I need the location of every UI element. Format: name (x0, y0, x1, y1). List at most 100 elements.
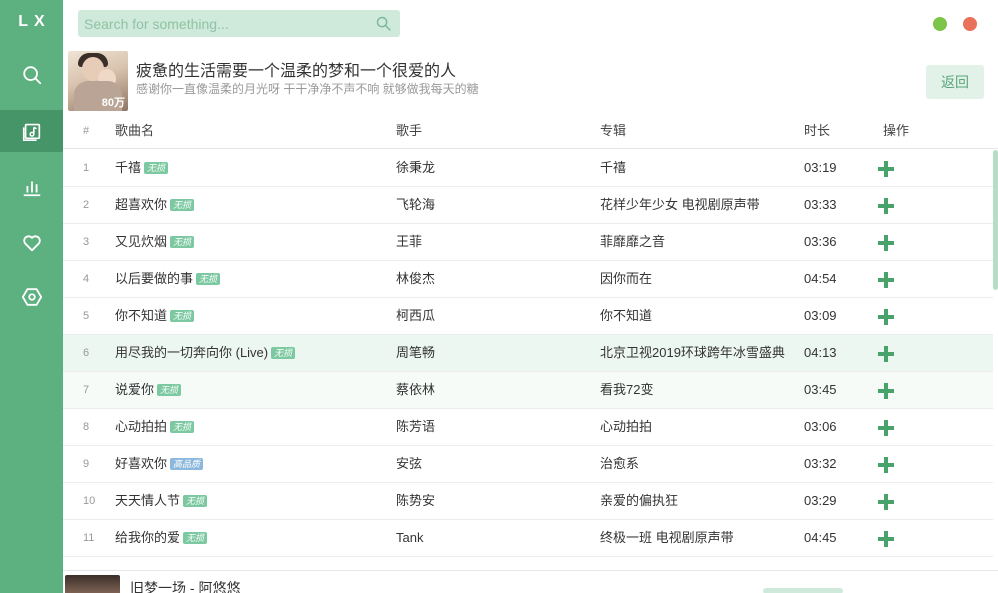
sidebar-item-leaderboard[interactable] (0, 166, 63, 208)
quality-badge: 无损 (183, 495, 208, 507)
duration: 03:32 (804, 456, 837, 471)
back-button[interactable]: 返回 (926, 65, 984, 99)
playlist-description: 感谢你一直像温柔的月光呀 干干净净不声不响 就够做我每天的糖 (136, 82, 479, 96)
add-icon[interactable] (877, 456, 895, 474)
add-icon[interactable] (877, 271, 895, 289)
album-name[interactable]: 北京卫视2019环球跨年冰雪盛典 (600, 335, 785, 371)
duration: 04:13 (804, 345, 837, 360)
header-num: # (83, 125, 90, 137)
add-icon[interactable] (877, 530, 895, 548)
table-row[interactable]: 6 用尽我的一切奔向你 (Live) 无损 周笔畅 北京卫视2019环球跨年冰雪盛… (63, 335, 993, 372)
song-name: 天天情人节 无损 (115, 483, 208, 519)
quality-badge: 无损 (170, 421, 195, 433)
duration: 04:54 (804, 271, 837, 286)
singer-name[interactable]: 安弦 (396, 446, 422, 482)
search-box[interactable]: Search for something... (78, 10, 400, 37)
add-icon[interactable] (877, 234, 895, 252)
add-icon[interactable] (877, 308, 895, 326)
album-name[interactable]: 终极一班 电视剧原声带 (600, 520, 734, 556)
heart-icon (22, 235, 41, 252)
add-icon[interactable] (877, 345, 895, 363)
add-icon[interactable] (877, 382, 895, 400)
play-count: 80万 (101, 97, 125, 109)
sidebar-item-songlist[interactable] (0, 110, 63, 152)
header-action: 操作 (883, 123, 910, 138)
singer-name[interactable]: 陈势安 (396, 483, 435, 519)
album-name[interactable]: 菲靡靡之音 (600, 224, 665, 260)
table-row[interactable]: 7 说爱你 无损 蔡依林 看我72变 03:45 (63, 372, 993, 409)
list-scrollbar[interactable] (993, 150, 998, 290)
album-name[interactable]: 看我72变 (600, 372, 653, 408)
quality-badge: 无损 (196, 273, 221, 285)
search-icon[interactable] (375, 15, 392, 32)
duration: 03:29 (804, 493, 837, 508)
table-row[interactable]: 2 超喜欢你 无损 飞轮海 花样少年少女 电视剧原声带 03:33 (63, 187, 993, 224)
search-input[interactable]: Search for something... (84, 16, 375, 32)
song-name: 你不知道 无损 (115, 298, 195, 334)
row-num: 8 (83, 421, 90, 433)
row-num: 4 (83, 273, 90, 285)
album-name[interactable]: 千禧 (600, 150, 626, 186)
add-icon[interactable] (877, 160, 895, 178)
song-name: 好喜欢你 高品质 (115, 446, 204, 482)
table-row[interactable]: 8 心动拍拍 无损 陈芳语 心动拍拍 03:06 (63, 409, 993, 446)
progress-bar[interactable] (763, 588, 843, 593)
table-row[interactable]: 9 好喜欢你 高品质 安弦 治愈系 03:32 (63, 446, 993, 483)
bar-chart-icon (23, 181, 40, 197)
row-num: 1 (83, 162, 90, 174)
row-num: 10 (83, 495, 96, 507)
singer-name[interactable]: 徐秉龙 (396, 150, 435, 186)
table-row[interactable]: 11 给我你的爱 无损 Tank 终极一班 电视剧原声带 04:45 (63, 520, 993, 557)
sidebar-item-settings[interactable] (0, 276, 63, 318)
song-list: 1 千禧 无损 徐秉龙 千禧 03:19 2 超喜欢你 无损 飞轮海 花样少年少女 … (63, 150, 993, 568)
sidebar-item-favorites[interactable] (0, 222, 63, 264)
header-duration: 时长 (804, 123, 831, 138)
duration: 03:45 (804, 382, 837, 397)
duration: 03:33 (804, 197, 837, 212)
now-playing-title: 旧梦一场 - 阿悠悠 (130, 580, 241, 593)
singer-name[interactable]: 周笔畅 (396, 335, 435, 371)
now-playing-cover[interactable] (65, 575, 120, 593)
song-name: 心动拍拍 无损 (115, 409, 195, 445)
album-name[interactable]: 花样少年少女 电视剧原声带 (600, 187, 760, 223)
minimize-button[interactable] (933, 17, 947, 31)
quality-badge: 无损 (144, 162, 169, 174)
singer-name[interactable]: 陈芳语 (396, 409, 435, 445)
singer-name[interactable]: 飞轮海 (396, 187, 435, 223)
add-icon[interactable] (877, 197, 895, 215)
singer-name[interactable]: 柯西瓜 (396, 298, 435, 334)
song-name: 又见炊烟 无损 (115, 224, 195, 260)
album-name[interactable]: 治愈系 (600, 446, 639, 482)
song-name: 千禧 无损 (115, 150, 169, 186)
header-singer: 歌手 (396, 123, 423, 138)
table-row[interactable]: 10 天天情人节 无损 陈势安 亲爱的偏执狂 03:29 (63, 483, 993, 520)
singer-name[interactable]: 蔡依林 (396, 372, 435, 408)
album-name[interactable]: 亲爱的偏执狂 (600, 483, 678, 519)
row-num: 2 (83, 199, 90, 211)
sidebar-item-search[interactable] (0, 54, 63, 96)
duration: 03:19 (804, 160, 837, 175)
table-row[interactable]: 3 又见炊烟 无损 王菲 菲靡靡之音 03:36 (63, 224, 993, 261)
song-name: 以后要做的事 无损 (115, 261, 221, 297)
table-row[interactable]: 4 以后要做的事 无损 林俊杰 因你而在 04:54 (63, 261, 993, 298)
add-icon[interactable] (877, 493, 895, 511)
album-name[interactable]: 心动拍拍 (600, 409, 652, 445)
music-note-icon (22, 123, 40, 141)
row-num: 3 (83, 236, 90, 248)
singer-name[interactable]: 王菲 (396, 224, 422, 260)
singer-name[interactable]: 林俊杰 (396, 261, 435, 297)
close-button[interactable] (963, 17, 977, 31)
add-icon[interactable] (877, 419, 895, 437)
quality-badge: 无损 (183, 532, 208, 544)
album-name[interactable]: 因你而在 (600, 261, 652, 297)
singer-name[interactable]: Tank (396, 520, 423, 556)
table-row[interactable]: 1 千禧 无损 徐秉龙 千禧 03:19 (63, 150, 993, 187)
app-logo: LX (18, 13, 51, 30)
album-name[interactable]: 你不知道 (600, 298, 652, 334)
playlist-title: 疲惫的生活需要一个温柔的梦和一个很爱的人 (136, 63, 457, 80)
duration: 03:36 (804, 234, 837, 249)
quality-badge: 无损 (157, 384, 182, 396)
row-num: 11 (83, 532, 95, 544)
quality-badge: 无损 (271, 347, 296, 359)
table-row[interactable]: 5 你不知道 无损 柯西瓜 你不知道 03:09 (63, 298, 993, 335)
